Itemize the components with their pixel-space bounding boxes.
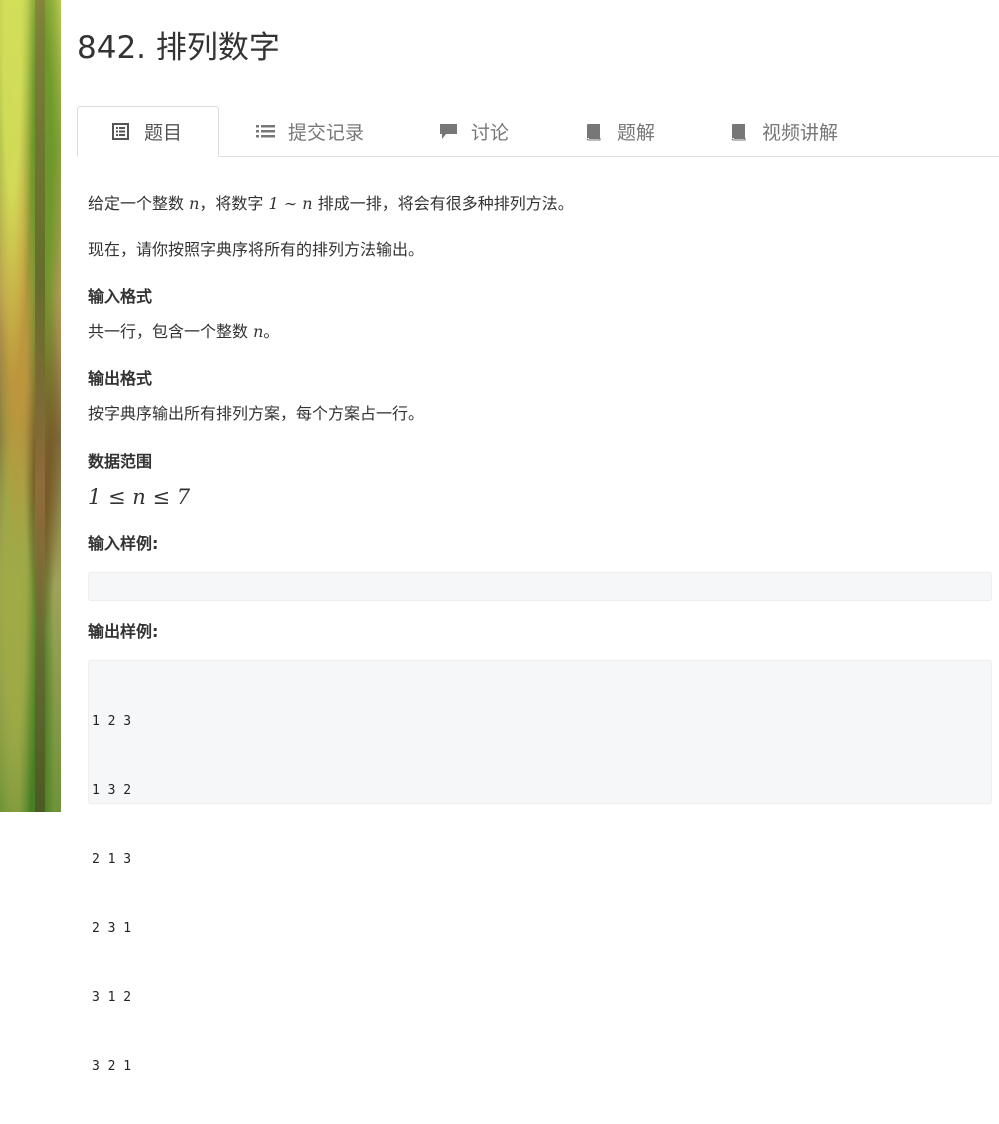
tab-video-solutions-label: 视频讲解 — [762, 121, 839, 144]
book-icon — [585, 123, 602, 140]
data-range-heading: 数据范围 — [88, 452, 153, 471]
input-format-heading: 输入格式 — [88, 287, 153, 306]
list-icon — [256, 123, 275, 140]
comment-icon — [439, 123, 457, 140]
problem-panel: 842. 排列数字 题目 提交记录 讨论 题解 视频讲解 给定一个整数 n，将数… — [61, 0, 999, 1074]
tab-solutions[interactable]: 题解 — [585, 106, 695, 156]
input-format-text: 共一行，包含一个整数 n。 — [88, 322, 280, 341]
problem-tabs: 题目 提交记录 讨论 题解 视频讲解 — [77, 106, 999, 157]
tab-submissions[interactable]: 提交记录 — [256, 106, 396, 156]
tab-discussion-label: 讨论 — [471, 121, 510, 144]
document-list-icon — [112, 123, 129, 140]
problem-title: 842. 排列数字 — [77, 30, 280, 66]
var-n: n — [253, 322, 264, 341]
data-range-formula: 1 ≤ n ≤ 7 — [88, 485, 191, 509]
range-formula: 1 ∼ n — [268, 194, 313, 213]
sample-output-line: 3 2 1 — [92, 1059, 132, 1074]
var-n: n — [189, 194, 200, 213]
tab-solutions-label: 题解 — [617, 121, 656, 144]
background-image-strip — [0, 0, 61, 812]
book-icon — [730, 123, 747, 140]
sample-output-heading: 输出样例: — [88, 622, 159, 641]
tab-video-solutions[interactable]: 视频讲解 — [730, 106, 870, 156]
tab-problem-label: 题目 — [144, 122, 183, 144]
sample-input-heading: 输入样例: — [88, 534, 159, 553]
tab-discussion[interactable]: 讨论 — [439, 106, 549, 156]
sample-output-block: 1 2 3 1 3 2 2 1 3 2 3 1 3 1 2 3 2 1 — [88, 660, 992, 1074]
sample-output-line: 1 3 2 — [92, 783, 132, 798]
sample-output-line: 2 1 3 — [92, 852, 132, 867]
sample-output-line: 1 2 3 — [92, 714, 132, 729]
sample-input-line: 3 — [92, 625, 100, 640]
sample-input-block: 3 — [88, 572, 992, 640]
tab-submissions-label: 提交记录 — [288, 121, 365, 144]
tab-problem[interactable]: 题目 — [77, 106, 219, 157]
description-line-2: 现在，请你按照字典序将所有的排列方法输出。 — [88, 240, 425, 259]
sample-output-line: 3 1 2 — [92, 990, 132, 1005]
output-format-text: 按字典序输出所有排列方案，每个方案占一行。 — [88, 404, 425, 423]
description-line-1: 给定一个整数 n，将数字 1 ∼ n 排成一排，将会有很多种排列方法。 — [88, 194, 574, 213]
output-format-heading: 输出格式 — [88, 369, 153, 388]
sample-output-line: 2 3 1 — [92, 921, 132, 936]
